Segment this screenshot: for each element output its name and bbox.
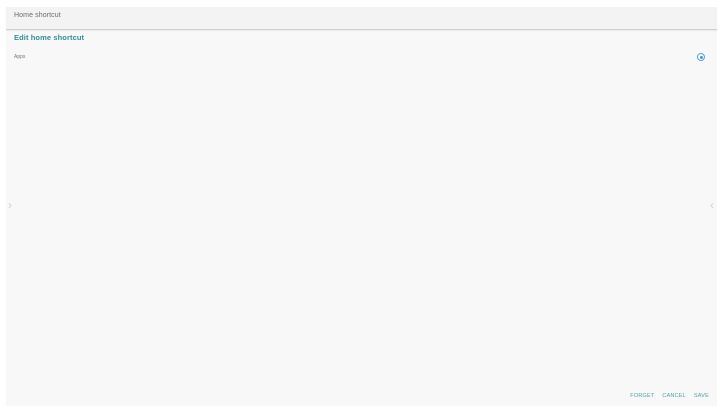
option-label: Apps xyxy=(14,54,26,60)
radio-dot xyxy=(699,55,703,59)
home-shortcut-screen: Home shortcut Edit home shortcut Apps › … xyxy=(6,7,717,406)
header-bar: Home shortcut xyxy=(6,7,717,30)
save-button[interactable]: SAVE xyxy=(694,393,709,399)
forget-button[interactable]: FORGET xyxy=(630,393,654,399)
radio-selected-icon[interactable] xyxy=(697,53,705,61)
cancel-button[interactable]: CANCEL xyxy=(662,393,686,399)
page-title: Home shortcut xyxy=(14,12,61,19)
chevron-right-icon[interactable]: ‹ xyxy=(710,199,714,211)
section-title: Edit home shortcut xyxy=(14,33,85,42)
option-row-apps[interactable]: Apps xyxy=(6,51,717,65)
chevron-left-icon[interactable]: › xyxy=(8,199,12,211)
footer-actions: FORGET CANCEL SAVE xyxy=(630,393,709,399)
